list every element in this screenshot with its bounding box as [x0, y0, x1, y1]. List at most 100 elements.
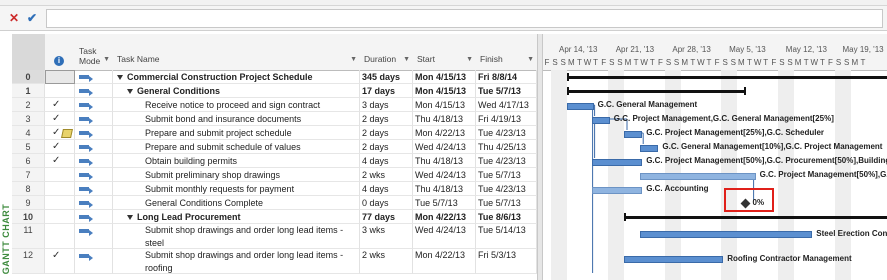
note-icon[interactable]: [61, 129, 73, 138]
task-name-cell[interactable]: Long Lead Procurement: [113, 210, 360, 224]
task-name-cell[interactable]: Obtain building permits: [113, 154, 360, 168]
summary-bar-cap[interactable]: [567, 73, 570, 81]
start-cell[interactable]: Mon 4/15/13: [413, 98, 476, 112]
task-bar[interactable]: [591, 116, 610, 124]
table-row[interactable]: 9 General Conditions Complete 0 days Tue 5/…: [12, 196, 537, 210]
task-bar[interactable]: [591, 158, 643, 166]
task-bar[interactable]: [640, 144, 659, 152]
summary-bar-cap[interactable]: [567, 87, 570, 95]
task-mode-cell[interactable]: [75, 182, 113, 196]
task-bar[interactable]: [640, 231, 813, 238]
row-id[interactable]: 5: [12, 140, 45, 154]
summary-bar-cap[interactable]: [624, 213, 626, 221]
start-cell[interactable]: Mon 4/22/13: [413, 249, 476, 274]
start-cell[interactable]: Mon 4/15/13: [413, 70, 476, 84]
start-cell[interactable]: Thu 4/18/13: [413, 154, 476, 168]
duration-cell[interactable]: 2 days: [360, 126, 413, 140]
task-mode-cell[interactable]: [75, 140, 113, 154]
row-id[interactable]: 3: [12, 112, 45, 126]
row-id[interactable]: 8: [12, 182, 45, 196]
start-cell[interactable]: Wed 4/24/13: [413, 140, 476, 154]
table-row[interactable]: 8 Submit monthly requests for payment 4 da…: [12, 182, 537, 196]
summary-bar[interactable]: [567, 89, 746, 93]
finish-cell[interactable]: Tue 5/7/13: [476, 168, 537, 182]
task-mode-cell[interactable]: [75, 126, 113, 140]
finish-cell[interactable]: Fri 5/3/13: [476, 249, 537, 274]
task-name-cell[interactable]: Prepare and submit schedule of values: [113, 140, 360, 154]
table-row[interactable]: 0 Commercial Construction Project Schedul…: [12, 70, 537, 84]
column-header-task-mode[interactable]: Task Mode ▼: [75, 34, 114, 71]
row-id[interactable]: 1: [12, 84, 45, 98]
task-name-cell[interactable]: Submit bond and insurance documents: [113, 112, 360, 126]
duration-cell[interactable]: 4 days: [360, 182, 413, 196]
duration-cell[interactable]: 17 days: [360, 84, 413, 98]
start-cell[interactable]: Wed 4/24/13: [413, 224, 476, 249]
table-row[interactable]: 2 ✓ Receive notice to proceed and sign con…: [12, 98, 537, 112]
column-header-indicators[interactable]: i: [45, 34, 76, 71]
entry-input[interactable]: [46, 9, 883, 28]
row-id[interactable]: 12: [12, 249, 45, 274]
table-row[interactable]: 5 ✓ Prepare and submit schedule of values 2…: [12, 140, 537, 154]
duration-cell[interactable]: 2 wks: [360, 249, 413, 274]
finish-cell[interactable]: Tue 4/23/13: [476, 126, 537, 140]
chevron-down-icon[interactable]: ▼: [103, 56, 110, 63]
start-cell[interactable]: Tue 5/7/13: [413, 196, 476, 210]
column-header-finish[interactable]: Finish ▼: [476, 34, 538, 71]
collapse-icon[interactable]: [127, 89, 133, 95]
task-mode-cell[interactable]: [75, 224, 113, 249]
column-header-start[interactable]: Start ▼: [413, 34, 477, 71]
x-icon[interactable]: ✕: [9, 11, 19, 25]
duration-cell[interactable]: 4 days: [360, 154, 413, 168]
finish-cell[interactable]: Tue 4/23/13: [476, 182, 537, 196]
task-name-cell[interactable]: General Conditions Complete: [113, 196, 360, 210]
task-name-cell[interactable]: General Conditions: [113, 84, 360, 98]
duration-cell[interactable]: 2 days: [360, 112, 413, 126]
task-name-cell[interactable]: Receive notice to proceed and sign contr…: [113, 98, 360, 112]
collapse-icon[interactable]: [127, 215, 133, 221]
finish-cell[interactable]: Tue 5/14/13: [476, 224, 537, 249]
duration-cell[interactable]: 2 wks: [360, 168, 413, 182]
task-mode-cell[interactable]: [75, 196, 113, 210]
column-header-duration[interactable]: Duration ▼: [360, 34, 414, 71]
finish-cell[interactable]: Tue 4/23/13: [476, 154, 537, 168]
start-cell[interactable]: Mon 4/15/13: [413, 84, 476, 98]
table-row[interactable]: 4 ✓ Prepare and submit project schedule 2 d…: [12, 126, 537, 140]
task-name-cell[interactable]: Submit preliminary shop drawings: [113, 168, 360, 182]
finish-cell[interactable]: Thu 4/25/13: [476, 140, 537, 154]
start-cell[interactable]: Thu 4/18/13: [413, 112, 476, 126]
task-name-cell[interactable]: Submit shop drawings and order long lead…: [113, 224, 360, 249]
table-row[interactable]: 11 Submit shop drawings and order long le…: [12, 224, 537, 249]
duration-cell[interactable]: 345 days: [360, 70, 413, 84]
task-mode-cell[interactable]: [75, 112, 113, 126]
row-id[interactable]: 2: [12, 98, 45, 112]
start-cell[interactable]: Thu 4/18/13: [413, 182, 476, 196]
duration-cell[interactable]: 3 wks: [360, 224, 413, 249]
summary-bar-cap[interactable]: [743, 87, 746, 95]
table-row[interactable]: 7 Submit preliminary shop drawings 2 wks We…: [12, 168, 537, 182]
chevron-down-icon[interactable]: ▼: [466, 56, 473, 63]
chevron-down-icon[interactable]: ▼: [527, 56, 534, 63]
duration-cell[interactable]: 3 days: [360, 98, 413, 112]
finish-cell[interactable]: Tue 5/7/13: [476, 196, 537, 210]
table-row[interactable]: 3 ✓ Submit bond and insurance documents 2 d…: [12, 112, 537, 126]
start-cell[interactable]: Mon 4/22/13: [413, 126, 476, 140]
start-cell[interactable]: Wed 4/24/13: [413, 168, 476, 182]
row-id[interactable]: 9: [12, 196, 45, 210]
column-header-task-name[interactable]: Task Name ▼: [113, 34, 361, 71]
task-bar[interactable]: [624, 130, 643, 138]
finish-cell[interactable]: Tue 5/7/13: [476, 84, 537, 98]
task-mode-cell[interactable]: [75, 70, 113, 84]
table-row[interactable]: 1 General Conditions 17 days Mon 4/15/13 Tue…: [12, 84, 537, 98]
row-id[interactable]: 0: [12, 70, 45, 84]
task-name-cell[interactable]: Submit monthly requests for payment: [113, 182, 360, 196]
task-bar[interactable]: [591, 186, 643, 194]
task-mode-cell[interactable]: [75, 98, 113, 112]
task-bar[interactable]: [624, 256, 724, 263]
duration-cell[interactable]: 0 days: [360, 196, 413, 210]
table-row[interactable]: 10 Long Lead Procurement 77 days Mon 4/22/1…: [12, 210, 537, 224]
chevron-down-icon[interactable]: ▼: [403, 56, 410, 63]
task-mode-cell[interactable]: [75, 249, 113, 274]
task-name-cell[interactable]: Prepare and submit project schedule: [113, 126, 360, 140]
task-mode-cell[interactable]: [75, 210, 113, 224]
row-id[interactable]: 10: [12, 210, 45, 224]
